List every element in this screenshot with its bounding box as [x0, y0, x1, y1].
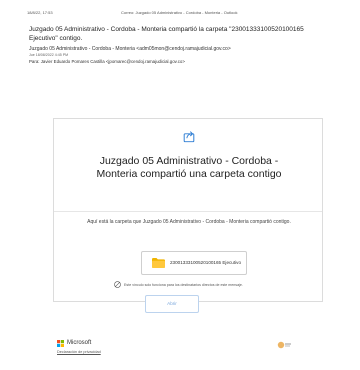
email-to[interactable]: Para: Javier Eduardo Pomares Castilla <j…	[29, 59, 185, 64]
email-from[interactable]: Juzgado 05 Administrativo - Cordoba - Mo…	[29, 46, 339, 52]
email-date: Jue 18/08/2022 4:45 PM	[29, 53, 69, 57]
microsoft-brand: Microsoft	[67, 340, 92, 346]
folder-icon	[152, 258, 165, 268]
email-subject: Juzgado 05 Administrativo - Cordoba - Mo…	[29, 26, 304, 42]
folder-name: 23001333100520100165 Ejecutivo	[170, 260, 242, 265]
shared-folder-card: Juzgado 05 Administrativo - Cordoba - Mo…	[53, 118, 323, 313]
privacy-link[interactable]: Declaración de privacidad	[57, 350, 101, 354]
share-arrow-icon	[183, 131, 195, 143]
print-datetime: 18/8/22, 17:53	[27, 10, 53, 15]
card-description: Aquí está la carpeta que Juzgado 05 Admi…	[87, 219, 291, 225]
open-button[interactable]: Abrir	[145, 295, 199, 313]
seal-icon	[277, 341, 291, 349]
globe-icon	[114, 281, 121, 288]
print-header: 18/8/22, 17:53 Correo: Juzgado 05 Admini…	[0, 10, 360, 20]
folder-link[interactable]: 23001333100520100165 Ejecutivo	[141, 251, 247, 275]
notice-text: Este vínculo solo funciona para los dest…	[124, 283, 243, 287]
microsoft-logo-icon	[57, 340, 64, 347]
card-header: Juzgado 05 Administrativo - Cordoba - Mo…	[54, 119, 322, 212]
card-title: Juzgado 05 Administrativo - Cordoba - Mo…	[96, 155, 282, 180]
print-tab-title: Correo: Juzgado 05 Administrativo - Cord…	[121, 10, 238, 15]
